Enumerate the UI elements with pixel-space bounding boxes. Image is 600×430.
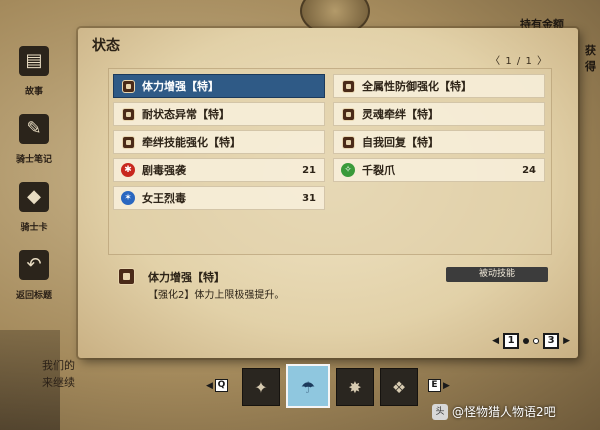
description-text: 【强化2】体力上限极强提升。 [148,290,285,301]
shield-skill-icon [116,266,136,286]
prev-character-button[interactable]: ◀ Q [206,379,228,392]
skill-name: 全属性防御强化【特】 [362,80,472,93]
side-item-label: 返回标题 [15,291,52,301]
pager-current: 1 [505,56,513,67]
monstie-portrait-3[interactable]: ✸ [336,368,374,406]
red-attack-icon: ✱ [120,162,136,178]
skill-item-defense[interactable]: 全属性防御强化【特】 [333,74,545,98]
skill-name: 自我回复【特】 [362,136,439,149]
side-item-label: 骑士卡 [20,223,48,233]
skill-item-toxic-assault[interactable]: ✱ 剧毒强袭 21 [113,158,325,182]
page-dot-active [523,338,530,344]
side-item-knight-card[interactable]: ◆ 骑士卡 [0,182,68,244]
skill-item-queen-venom[interactable]: ✶ 女王烈毒 31 [113,186,325,210]
dialog-line-2: 来继续 [42,376,75,389]
page-right-button[interactable]: 3 [543,333,560,349]
knight-notes-icon: ✎ [19,114,49,144]
rider-portrait[interactable]: ✦ [242,368,280,406]
knight-card-icon: ◆ [19,182,49,212]
arrow-left-icon: ◀ [492,336,500,346]
arrow-left-icon: ◀ [206,380,213,391]
watermark-logo-icon: 头 [432,403,448,420]
side-item-knight-notes[interactable]: ✎ 骑士笔记 [0,114,68,176]
side-item-return-title[interactable]: ↶ 返回标题 [0,250,68,312]
pager-separator: / [516,56,522,67]
page-dot [533,338,540,344]
skill-name: 体力增强【特】 [142,80,219,93]
pager-total: 1 [525,56,533,67]
shield-skill-icon [340,106,356,122]
dialog-line-1: 我们的 [42,359,75,372]
side-item-label: 骑士笔记 [15,155,52,165]
side-item-label: 故事 [24,87,43,97]
arrow-right-icon: ▶ [563,336,570,346]
pager-next-button[interactable]: 〉 [537,56,548,67]
monstie-portrait-4[interactable]: ❖ [380,368,418,406]
skill-name: 女王烈毒 [142,192,186,205]
status-panel: 状态 〈 1 / 1 〉 体力增强【特】 全属性防御强化【特】 耐状态异常【特】… [78,28,578,358]
pager: 〈 1 / 1 〉 [490,52,548,67]
key-e: E [428,379,441,392]
skill-item-thousand-claw[interactable]: ✧ 千裂爪 24 [333,158,545,182]
shield-skill-icon [120,134,136,150]
background-dialog-text: 我们的 来继续 [42,357,75,391]
skill-item-soul-bond[interactable]: 灵魂牵绊【特】 [333,102,545,126]
return-title-icon: ↶ [19,250,49,280]
skill-item-self-recovery[interactable]: 自我回复【特】 [333,130,545,154]
shield-skill-icon [340,134,356,150]
key-q: Q [214,379,228,392]
skill-name: 耐状态异常【特】 [142,108,230,121]
skill-item-kinship-boost[interactable]: 牵绊技能强化【特】 [113,130,325,154]
side-menu: ▤ 故事 ✎ 骑士笔记 ◆ 骑士卡 ↶ 返回标题 [0,40,68,316]
story-book-icon: ▤ [19,46,49,76]
arrow-right-icon: ▶ [443,380,450,391]
description-title: 体力增强【特】 [148,271,225,284]
monstie-portrait-selected[interactable]: ☂ [286,364,330,408]
shield-skill-icon [120,78,136,94]
watermark: 头 @怪物猎人物语2吧 [432,403,556,420]
skill-level: 31 [302,192,316,204]
shield-skill-icon [340,78,356,94]
partial-right-label: 获得 [585,44,596,73]
page-left-button[interactable]: 1 [503,333,520,349]
skill-level: 24 [522,164,536,176]
next-character-button[interactable]: E ▶ [428,379,450,392]
skill-item-vitality[interactable]: 体力增强【特】 [113,74,325,98]
shield-skill-icon [120,106,136,122]
blue-poison-icon: ✶ [120,190,136,206]
skill-level: 21 [302,164,316,176]
watermark-text: @怪物猎人物语2吧 [452,405,556,419]
skill-name: 剧毒强袭 [142,164,186,177]
skill-item-status-resist[interactable]: 耐状态异常【特】 [113,102,325,126]
skill-name: 灵魂牵绊【特】 [362,108,439,121]
green-claw-icon: ✧ [340,162,356,178]
skill-name: 千裂爪 [362,164,395,177]
skill-name: 牵绊技能强化【特】 [142,136,241,149]
side-item-story[interactable]: ▤ 故事 [0,46,68,108]
skill-description: 体力增强【特】 【强化2】体力上限极强提升。 被动技能 [108,264,550,324]
passive-skill-tag: 被动技能 [446,267,548,282]
panel-title: 状态 [92,38,120,54]
pager-prev-button[interactable]: 〈 [490,56,501,67]
skill-list: 体力增强【特】 全属性防御强化【特】 耐状态异常【特】 灵魂牵绊【特】 牵绊技能… [108,68,552,255]
page-switcher: ◀ 1 3 ▶ [492,333,570,349]
